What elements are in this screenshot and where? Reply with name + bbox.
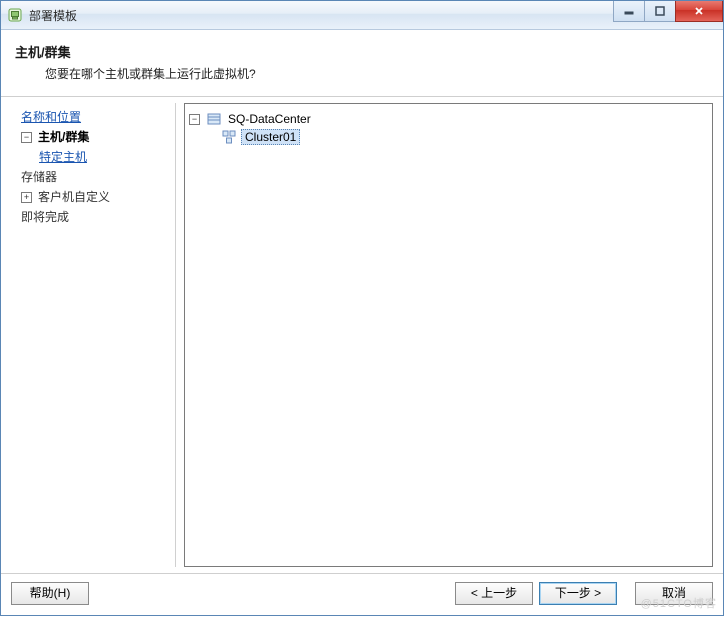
cancel-button[interactable]: 取消 bbox=[635, 582, 713, 605]
collapse-icon[interactable]: − bbox=[189, 114, 200, 125]
sidebar-item-specific-host[interactable]: 特定主机 bbox=[21, 147, 163, 167]
back-button[interactable]: < 上一步 bbox=[455, 582, 533, 605]
minimize-button[interactable] bbox=[613, 1, 645, 22]
window-title: 部署模板 bbox=[29, 7, 77, 24]
tree-node-label: Cluster01 bbox=[241, 129, 300, 145]
tree-node-datacenter[interactable]: − SQ-DataCenter bbox=[189, 110, 708, 128]
button-bar: 帮助(H) < 上一步 下一步 > 取消 bbox=[1, 573, 723, 615]
cluster-icon bbox=[221, 129, 237, 145]
tree-node-label: SQ-DataCenter bbox=[226, 112, 313, 126]
app-icon bbox=[7, 7, 23, 23]
sidebar-item-host-cluster[interactable]: − 主机/群集 bbox=[21, 127, 163, 147]
sidebar-item-label: 客户机自定义 bbox=[38, 187, 110, 207]
sidebar-item-name-location[interactable]: 名称和位置 bbox=[21, 107, 163, 127]
step-subtitle: 您要在哪个主机或群集上运行此虚拟机? bbox=[45, 65, 709, 82]
sidebar-item-ready[interactable]: 即将完成 bbox=[21, 207, 163, 227]
titlebar: 部署模板 bbox=[1, 1, 723, 30]
sidebar-item-label: 主机/群集 bbox=[38, 127, 89, 147]
maximize-button[interactable] bbox=[644, 1, 676, 22]
sidebar-item-label: 特定主机 bbox=[39, 147, 87, 167]
sidebar-item-guest-custom[interactable]: + 客户机自定义 bbox=[21, 187, 163, 207]
step-sidebar: 名称和位置 − 主机/群集 特定主机 存储器 + 客户机自定义 即将完成 bbox=[11, 103, 167, 567]
sidebar-item-storage[interactable]: 存储器 bbox=[21, 167, 163, 187]
dialog-window: 部署模板 主机/群集 您要在哪个主机或群集上运行此虚拟机? 名称和位置 − 主机… bbox=[0, 0, 724, 616]
close-button[interactable] bbox=[675, 1, 723, 22]
next-button[interactable]: 下一步 > bbox=[539, 582, 617, 605]
window-controls bbox=[614, 1, 723, 21]
sidebar-item-label: 名称和位置 bbox=[21, 107, 81, 127]
sidebar-item-label: 存储器 bbox=[21, 167, 57, 187]
wizard-header: 主机/群集 您要在哪个主机或群集上运行此虚拟机? bbox=[1, 30, 723, 96]
sidebar-item-label: 即将完成 bbox=[21, 207, 69, 227]
datacenter-icon bbox=[206, 111, 222, 127]
wizard-body: 名称和位置 − 主机/群集 特定主机 存储器 + 客户机自定义 即将完成 bbox=[1, 97, 723, 573]
help-button[interactable]: 帮助(H) bbox=[11, 582, 89, 605]
step-title: 主机/群集 bbox=[15, 42, 709, 61]
collapse-icon[interactable]: − bbox=[21, 132, 32, 143]
expand-icon[interactable]: + bbox=[21, 192, 32, 203]
tree-node-cluster[interactable]: Cluster01 bbox=[221, 128, 708, 146]
inventory-tree[interactable]: − SQ-DataCenter bbox=[184, 103, 713, 567]
vertical-divider bbox=[175, 103, 176, 567]
